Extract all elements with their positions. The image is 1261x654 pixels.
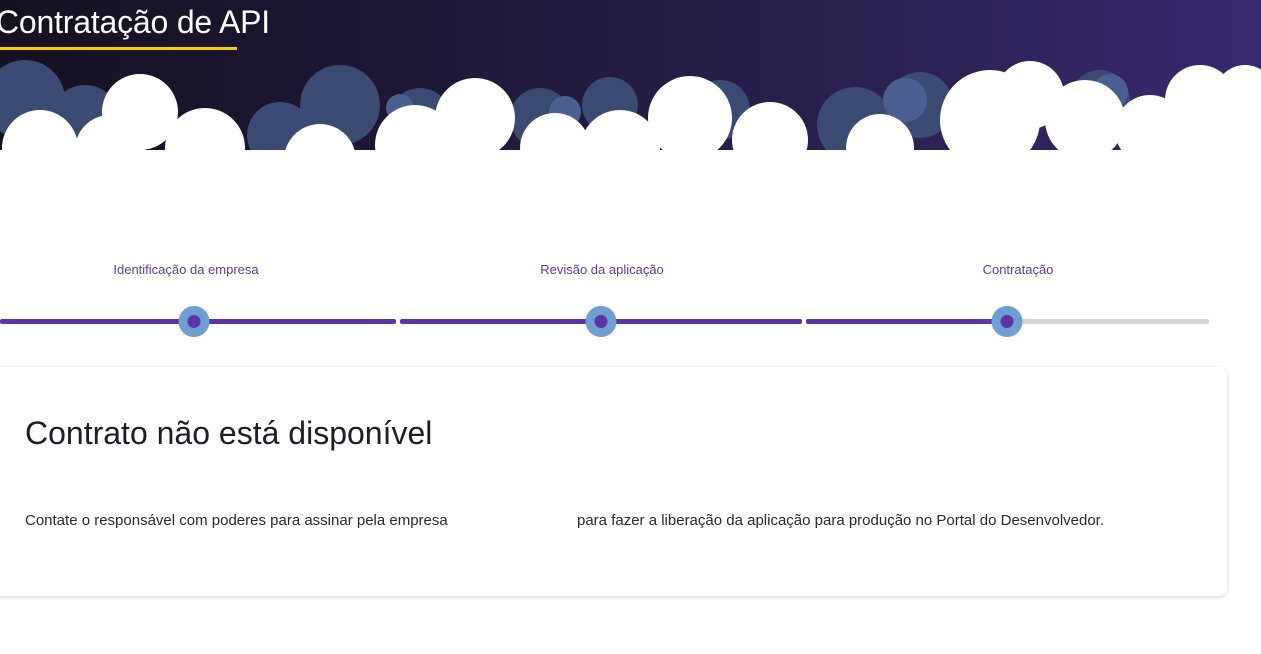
- notice-message-part1: Contate o responsável com poderes para a…: [25, 512, 448, 529]
- step-dot-revisao: [585, 306, 617, 337]
- notice-message-part2: para fazer a liberação da aplicação para…: [577, 512, 1105, 529]
- step-label-revisao: Revisão da aplicação: [540, 262, 664, 277]
- step-label-identificacao: Identificação da empresa: [113, 262, 259, 277]
- title-underline: [0, 47, 237, 50]
- step-dot-contratacao: [991, 306, 1023, 337]
- notice-title: Contrato não está disponível: [25, 415, 433, 451]
- hero-banner: Contratação de API: [0, 0, 1261, 200]
- progress-stepper: Identificação da empresa Revisão da apli…: [0, 250, 1261, 340]
- page-title: Contratação de API: [0, 4, 270, 40]
- step-track-3-complete: [806, 319, 1006, 324]
- step-label-contratacao: Contratação: [982, 262, 1054, 277]
- step-track-3-remaining: [1006, 319, 1209, 324]
- page: Contratação de API Identificação da empr…: [0, 0, 1261, 654]
- step-dot-identificacao: [178, 306, 210, 337]
- notice-card: Contrato não está disponível Contate o r…: [0, 367, 1227, 596]
